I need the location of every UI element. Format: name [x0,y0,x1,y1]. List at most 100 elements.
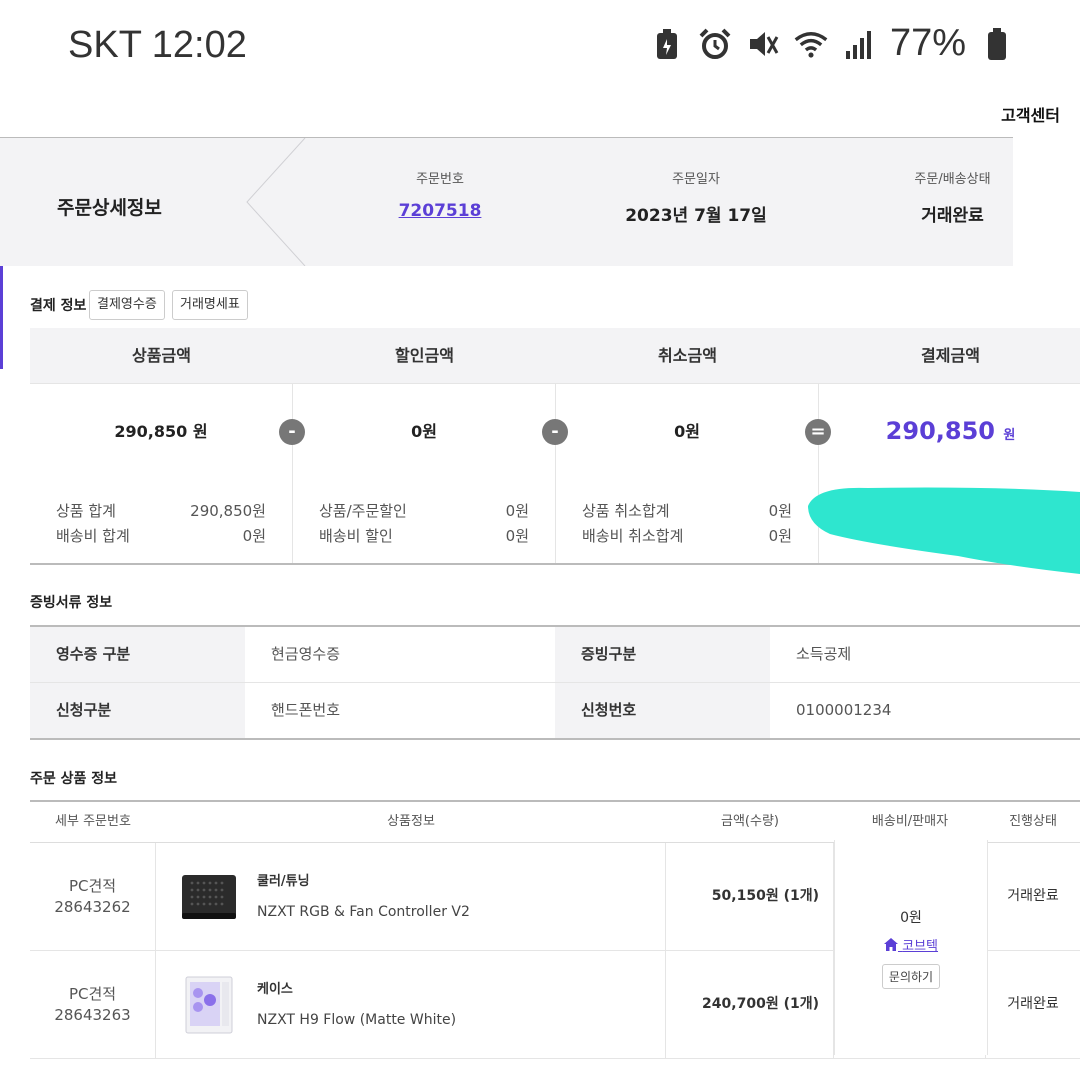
product-name[interactable]: NZXT RGB & Fan Controller V2 [257,904,470,920]
header-amount-qty: 금액(수량) [721,814,779,829]
items-section-title: 주문 상품 정보 [30,771,118,787]
product-category: 케이스 [257,982,293,997]
shipping-cancel-label: 배송비 취소합계 [582,527,684,545]
mute-icon [746,25,780,63]
product-info[interactable]: 쿨러/튜닝 NZXT RGB & Fan Controller V2 [156,843,666,950]
product-total-value: 290,850원 [190,502,266,520]
cancel-amount: 0원 [674,422,700,441]
receipt-button[interactable]: 결제영수증 [89,290,165,320]
order-date-value: 2023년 7월 17일 [625,206,767,226]
order-number-label: 주문번호 [416,172,464,187]
final-amount: 290,850 [885,417,995,445]
sub-order-number: PC견적 28643262 [30,843,156,950]
shipping-discount-label: 배송비 할인 [319,527,393,545]
header-product-amount: 상품금액 [132,346,191,365]
header-payment-amount: 결제금액 [921,346,980,365]
apply-type-label: 신청구분 [30,683,245,738]
sub-order-id: 28643263 [54,1006,131,1024]
cancel-detail-cell: 상품 취소합계 0원 배송비 취소합계 0원 [556,479,819,563]
product-cancel-value: 0원 [768,502,792,520]
evidence-row: 신청구분 핸드폰번호 신청번호 0100001234 [30,682,1080,738]
battery-percent: 77% [889,22,966,64]
banner-divider-icon [246,138,306,266]
sub-order-type: PC견적 [68,877,117,895]
item-amount: 240,700원 (1개) [666,951,834,1058]
header-shipping-seller: 배송비/판매자 [871,814,949,829]
discount-detail-cell: 상품/주문할인 0원 배송비 할인 0원 [293,479,556,563]
payment-header-row: 상품금액 할인금액 취소금액 결제금액 [30,328,1080,383]
order-summary-banner: 주문상세정보 주문번호 7207518 주문일자 2023년 7월 17일 주문… [0,137,1013,266]
apply-number-value: 0100001234 [796,701,892,719]
customer-center-link[interactable]: 고객센터 [1001,102,1060,126]
item-status: 거래완료 [1007,888,1059,904]
product-info[interactable]: 케이스 NZXT H9 Flow (Matte White) [156,951,666,1058]
receipt-type-label: 영수증 구분 [30,627,245,682]
product-amount-cell: 290,850 원 - [30,384,305,479]
statement-button[interactable]: 거래명세표 [172,290,248,320]
evidence-table: 영수증 구분 현금영수증 증빙구분 소득공제 신청구분 핸드폰번호 신청번호 0… [30,625,1080,740]
home-icon [883,938,898,951]
shipping-total-label: 배송비 합계 [56,527,130,545]
highlighter-mark [808,487,1080,574]
discount-amount: 0원 [411,422,437,441]
battery-saver-icon [650,25,684,63]
final-amount-unit: 원 [1003,428,1016,443]
header-cancel-amount: 취소금액 [658,346,717,365]
shipping-seller-merged-cell: 0원 코브텍 문의하기 [834,840,988,1055]
shipping-cancel-value: 0원 [768,527,792,545]
order-status-value: 거래완료 [921,206,984,226]
order-number-link[interactable]: 7207518 [390,201,490,221]
apply-number-label: 신청번호 [555,683,770,738]
payment-section-title: 결제 정보 [30,298,87,314]
sub-order-id: 28643262 [54,898,131,916]
shipping-discount-value: 0원 [505,527,529,545]
header-sub-order-number: 세부 주문번호 [55,814,131,829]
product-total-label: 상품 합계 [56,502,116,520]
product-cancel-label: 상품 취소합계 [582,502,670,520]
item-status: 거래완료 [1007,996,1059,1012]
order-status-block: 주문/배송상태 거래완료 [895,168,1010,226]
evidence-type-label: 증빙구분 [555,627,770,682]
seller-link[interactable]: 코브텍 [835,935,987,954]
evidence-type-value: 소득공제 [796,645,852,663]
seller-name[interactable]: 코브텍 [902,939,938,954]
sub-order-number: PC견적 28643263 [30,951,156,1058]
sub-order-type: PC견적 [68,985,117,1003]
product-category: 쿨러/튜닝 [257,874,310,889]
battery-icon [980,25,1014,63]
order-number-block: 주문번호 7207518 [390,168,490,221]
signal-icon [842,25,876,63]
pc-case-image[interactable] [178,973,240,1035]
shipping-total-value: 0원 [242,527,266,545]
product-detail-cell: 상품 합계 290,850원 배송비 합계 0원 [30,479,293,563]
minus-icon: - [279,419,305,445]
shipping-fee: 0원 [900,910,922,926]
fan-controller-image[interactable] [178,865,240,927]
final-amount-cell: 290,850 원 [819,384,1080,479]
receipt-type-value: 현금영수증 [271,645,341,663]
header-product-info: 상품정보 [387,814,435,829]
order-discount-value: 0원 [505,502,529,520]
evidence-row: 영수증 구분 현금영수증 증빙구분 소득공제 [30,627,1080,682]
items-header-row: 세부 주문번호 상품정보 금액(수량) 배송비/판매자 진행상태 [30,802,1080,843]
apply-type-value: 핸드폰번호 [271,701,341,719]
item-amount: 50,150원 (1개) [666,843,834,950]
cancel-amount-cell: 0원 = [556,384,831,479]
product-name[interactable]: NZXT H9 Flow (Matte White) [257,1012,456,1028]
status-bar: SKT 12:02 77% [0,0,1080,95]
payment-amount-row: 290,850 원 - 0원 - 0원 = 290,850 원 [30,383,1080,479]
order-discount-label: 상품/주문할인 [319,502,407,520]
inquiry-button[interactable]: 문의하기 [881,964,941,989]
page-title: 주문상세정보 [57,197,162,219]
order-date-block: 주문일자 2023년 7월 17일 [616,168,776,226]
discount-amount-cell: 0원 - [293,384,568,479]
order-date-label: 주문일자 [672,172,720,187]
status-icons: 77% [650,22,1014,65]
wifi-icon [794,25,828,63]
minus-icon: - [542,419,568,445]
order-status-label: 주문/배송상태 [914,172,991,187]
header-discount-amount: 할인금액 [395,346,454,365]
equals-icon: = [805,419,831,445]
carrier-time: SKT 12:02 [68,24,247,66]
header-progress-status: 진행상태 [1009,814,1057,829]
